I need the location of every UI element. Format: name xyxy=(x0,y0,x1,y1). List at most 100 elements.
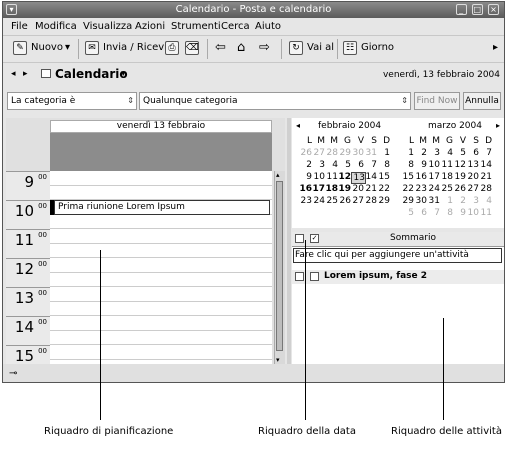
calendar-day[interactable]: 24 xyxy=(312,196,325,206)
time-slot[interactable] xyxy=(50,287,272,302)
calendar-day[interactable]: 9 xyxy=(414,160,427,170)
calendar-day[interactable]: 27 xyxy=(466,184,479,194)
calendar-day[interactable]: 28 xyxy=(325,148,338,158)
time-grid[interactable]: Prima riunione Lorem Ipsum xyxy=(50,171,272,364)
task-row[interactable]: Lorem ipsum, fase 2 xyxy=(292,270,504,284)
calendar-day[interactable]: 16 xyxy=(299,184,312,194)
forward-arrow-icon[interactable]: ⇨ xyxy=(259,40,270,55)
calendar-day[interactable]: 31 xyxy=(427,196,440,206)
calendar-day[interactable]: 4 xyxy=(325,160,338,170)
calendar-event[interactable]: Prima riunione Lorem Ipsum xyxy=(54,200,270,215)
calendar-day[interactable]: 20 xyxy=(351,184,364,194)
calendar-day[interactable]: 18 xyxy=(440,172,453,182)
calendar-day[interactable]: 9 xyxy=(299,172,312,182)
calendar-day[interactable]: 2 xyxy=(414,148,427,158)
calendar-day[interactable]: 19 xyxy=(453,172,466,182)
scroll-thumb[interactable] xyxy=(276,181,283,351)
calendar-day[interactable]: 11 xyxy=(440,160,453,170)
calendar-day[interactable]: 11 xyxy=(479,208,492,218)
calendar-day[interactable]: 11 xyxy=(325,172,338,182)
calendar-day[interactable]: 29 xyxy=(377,196,390,206)
time-slot[interactable] xyxy=(50,258,272,273)
calendar-day[interactable]: 8 xyxy=(440,208,453,218)
calendar-day[interactable]: 3 xyxy=(427,148,440,158)
connection-icon[interactable]: ⊸ xyxy=(9,368,17,379)
pane-splitter[interactable] xyxy=(287,118,291,364)
calendar-day[interactable]: 3 xyxy=(312,160,325,170)
calendar-day[interactable]: 5 xyxy=(401,208,414,218)
calendar-title[interactable]: Calendario xyxy=(55,67,128,81)
category-filter-select[interactable]: La categoria è ⇕ xyxy=(7,92,137,110)
calendar-day[interactable]: 30 xyxy=(351,148,364,158)
time-slot[interactable] xyxy=(50,229,272,244)
calendar-day[interactable]: 2 xyxy=(299,160,312,170)
calendar-day[interactable]: 27 xyxy=(312,148,325,158)
menu-file[interactable]: File xyxy=(11,21,28,32)
prev-month-icon[interactable]: ◂ xyxy=(296,121,300,130)
calendar-day[interactable]: 22 xyxy=(377,184,390,194)
time-slot[interactable] xyxy=(50,215,272,229)
calendar-day[interactable]: 6 xyxy=(351,160,364,170)
menu-cerca[interactable]: Cerca xyxy=(221,21,250,32)
day-view-button[interactable]: Giorno xyxy=(361,42,394,53)
calendar-day[interactable]: 6 xyxy=(414,208,427,218)
calendar-day[interactable]: 15 xyxy=(401,172,414,182)
calendar-day[interactable]: 17 xyxy=(312,184,325,194)
scroll-up-icon[interactable]: ▴ xyxy=(276,171,280,179)
calendar-day[interactable]: 7 xyxy=(364,160,377,170)
calendar-day[interactable]: 26 xyxy=(338,196,351,206)
scroll-down-icon[interactable]: ▾ xyxy=(276,356,280,364)
menu-modifica[interactable]: Modifica xyxy=(35,21,77,32)
minimize-icon[interactable]: _ xyxy=(455,4,467,15)
calendar-day[interactable]: 29 xyxy=(401,196,414,206)
menu-strumenti[interactable]: Strumenti xyxy=(171,21,221,32)
calendar-day[interactable]: 7 xyxy=(479,148,492,158)
calendar-day[interactable]: 3 xyxy=(466,196,479,206)
time-slot[interactable] xyxy=(50,244,272,258)
calendar-day[interactable]: 12 xyxy=(338,172,351,182)
summary-header[interactable]: Sommario xyxy=(322,233,504,243)
calendar-day[interactable]: 1 xyxy=(440,196,453,206)
calendar-day[interactable]: 20 xyxy=(466,172,479,182)
next-arrow-icon[interactable]: ▸ xyxy=(23,69,28,79)
prev-arrow-icon[interactable]: ◂ xyxy=(11,69,16,79)
menu-azioni[interactable]: Azioni xyxy=(135,21,165,32)
calendar-day[interactable]: 28 xyxy=(479,184,492,194)
calendar-day[interactable]: 14 xyxy=(364,172,377,182)
goto-button[interactable]: Vai al xyxy=(307,42,334,53)
calendar-day[interactable]: 26 xyxy=(453,184,466,194)
home-icon[interactable]: ⌂ xyxy=(237,40,245,55)
calendar-day[interactable]: 2 xyxy=(453,196,466,206)
calendar-day[interactable]: 15 xyxy=(377,172,390,182)
calendar-day[interactable]: 7 xyxy=(427,208,440,218)
calendar-day[interactable]: 1 xyxy=(401,148,414,158)
task-checkbox[interactable] xyxy=(310,272,319,281)
calendar-day[interactable]: 17 xyxy=(427,172,440,182)
time-slot[interactable] xyxy=(50,345,272,360)
time-slot[interactable] xyxy=(50,273,272,287)
calendar-day[interactable]: 21 xyxy=(364,184,377,194)
calendar-day[interactable]: 18 xyxy=(325,184,338,194)
calendar-day[interactable]: 19 xyxy=(338,184,351,194)
category-value-select[interactable]: Qualunque categoria ⇕ xyxy=(139,92,411,110)
calendar-day[interactable]: 28 xyxy=(364,196,377,206)
calendar-day[interactable]: 1 xyxy=(377,148,390,158)
calendar-day[interactable]: 21 xyxy=(479,172,492,182)
calendar-day[interactable]: 23 xyxy=(299,196,312,206)
calendar-day[interactable]: 10 xyxy=(312,172,325,182)
calendar-day[interactable]: 5 xyxy=(338,160,351,170)
calendar-day[interactable]: 26 xyxy=(299,148,312,158)
calendar-day[interactable]: 23 xyxy=(414,184,427,194)
calendar-day[interactable]: 29 xyxy=(338,148,351,158)
next-month-icon[interactable]: ▸ xyxy=(496,121,500,130)
calendar-day[interactable]: 4 xyxy=(479,196,492,206)
time-slot[interactable] xyxy=(50,302,272,316)
calendar-day[interactable]: 9 xyxy=(453,208,466,218)
send-receive-button[interactable]: Invia / Ricevi xyxy=(103,42,167,53)
delete-icon[interactable]: ⌫ xyxy=(185,41,199,55)
back-arrow-icon[interactable]: ⇦ xyxy=(215,40,226,55)
calendar-day[interactable]: 6 xyxy=(466,148,479,158)
calendar-day[interactable]: 25 xyxy=(325,196,338,206)
calendar-day[interactable]: 31 xyxy=(364,148,377,158)
add-task-input[interactable]: Fare clic qui per aggiungere un'attività xyxy=(293,248,502,263)
